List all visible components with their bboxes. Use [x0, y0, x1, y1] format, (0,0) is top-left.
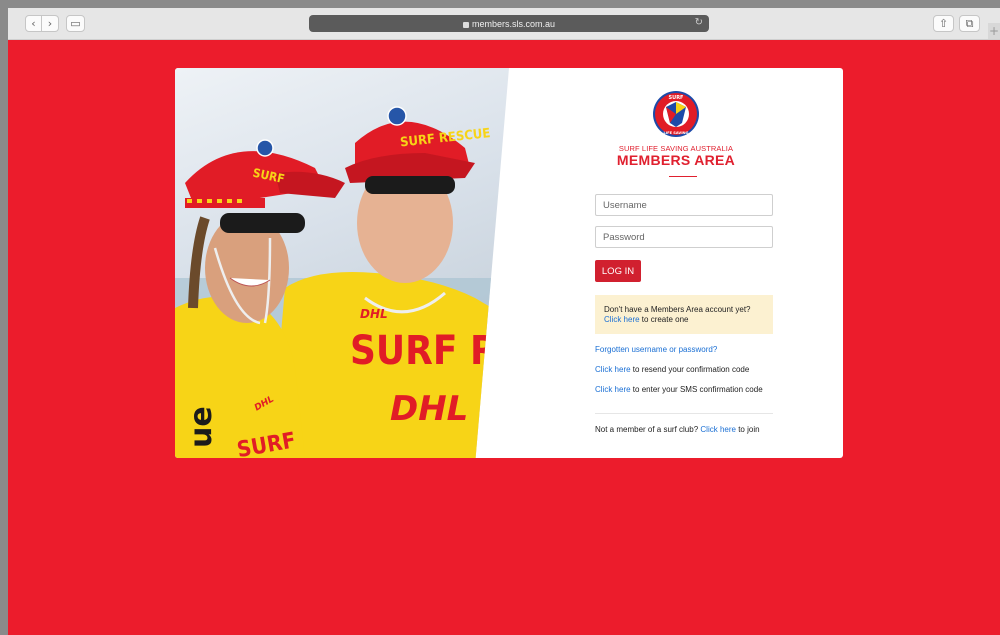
new-tab-icon[interactable]: + [988, 23, 1000, 39]
logo-top-text: SURF [669, 95, 684, 101]
create-account-link[interactable]: Click here [604, 315, 640, 324]
no-account-notice: Don't have a Members Area account yet? C… [595, 295, 773, 334]
forgotten-line: Forgotten username or password? [595, 345, 773, 355]
sidebar-icon[interactable]: ▭ [66, 15, 85, 32]
notice-text: Don't have a Members Area account yet? [604, 305, 751, 314]
join-line: Not a member of a surf club? Click here … [595, 425, 773, 435]
username-input[interactable] [595, 194, 773, 216]
shirt-text: SURF RESC [350, 328, 509, 374]
login-panel: SURF LIFE SAVING SURF LIFE SAVING AUSTRA… [509, 68, 843, 458]
share-icon[interactable]: ⇧ [933, 15, 954, 32]
title-divider [669, 176, 697, 177]
shirt-sponsor-text: DHL [390, 389, 468, 429]
sms-line: Click here to enter your SMS confirmatio… [595, 385, 773, 395]
links-divider [595, 413, 773, 414]
browser-toolbar: ‹ › ▭ members.sls.com.au ↻ ⇧ ⧉ + [8, 8, 1000, 40]
surf-life-saving-logo: SURF LIFE SAVING [653, 91, 699, 137]
sms-text: to enter your SMS confirmation code [630, 385, 763, 394]
lock-icon [462, 21, 469, 28]
forgotten-credentials-link[interactable]: Forgotten username or password? [595, 345, 717, 354]
nav-buttons: ‹ › [25, 15, 60, 32]
join-text: Not a member of a surf club? [595, 425, 701, 434]
browser-window: ‹ › ▭ members.sls.com.au ↻ ⇧ ⧉ + SURF RE… [8, 8, 1000, 635]
sleeve-text: ue [184, 406, 219, 448]
resend-text: to resend your confirmation code [630, 365, 750, 374]
url-text: members.sls.com.au [471, 18, 556, 29]
chest-sponsor-text: DHL [360, 307, 388, 321]
resend-line: Click here to resend your confirmation c… [595, 365, 773, 375]
chevron-left-icon[interactable]: ‹ [25, 15, 42, 32]
password-input[interactable] [595, 226, 773, 248]
chevron-right-icon[interactable]: › [42, 15, 59, 32]
join-suffix: to join [735, 425, 760, 434]
hero-photo: SURF RESCUE SURF RESC DHL DHL SURF [175, 68, 509, 458]
notice-suffix: to create one [639, 314, 689, 324]
reload-icon[interactable]: ↻ [695, 17, 703, 28]
login-button[interactable]: LOG IN [595, 260, 641, 282]
address-bar[interactable]: members.sls.com.au ↻ [309, 15, 709, 32]
resend-code-link[interactable]: Click here [595, 365, 631, 374]
join-link[interactable]: Click here [700, 425, 736, 434]
tabs-overview-icon[interactable]: ⧉ [959, 15, 980, 32]
login-card: SURF RESCUE SURF RESC DHL DHL SURF [175, 68, 843, 458]
sms-code-link[interactable]: Click here [595, 385, 631, 394]
logo-bottom-text: LIFE SAVING [664, 131, 689, 135]
page-title: MEMBERS AREA [616, 152, 736, 168]
